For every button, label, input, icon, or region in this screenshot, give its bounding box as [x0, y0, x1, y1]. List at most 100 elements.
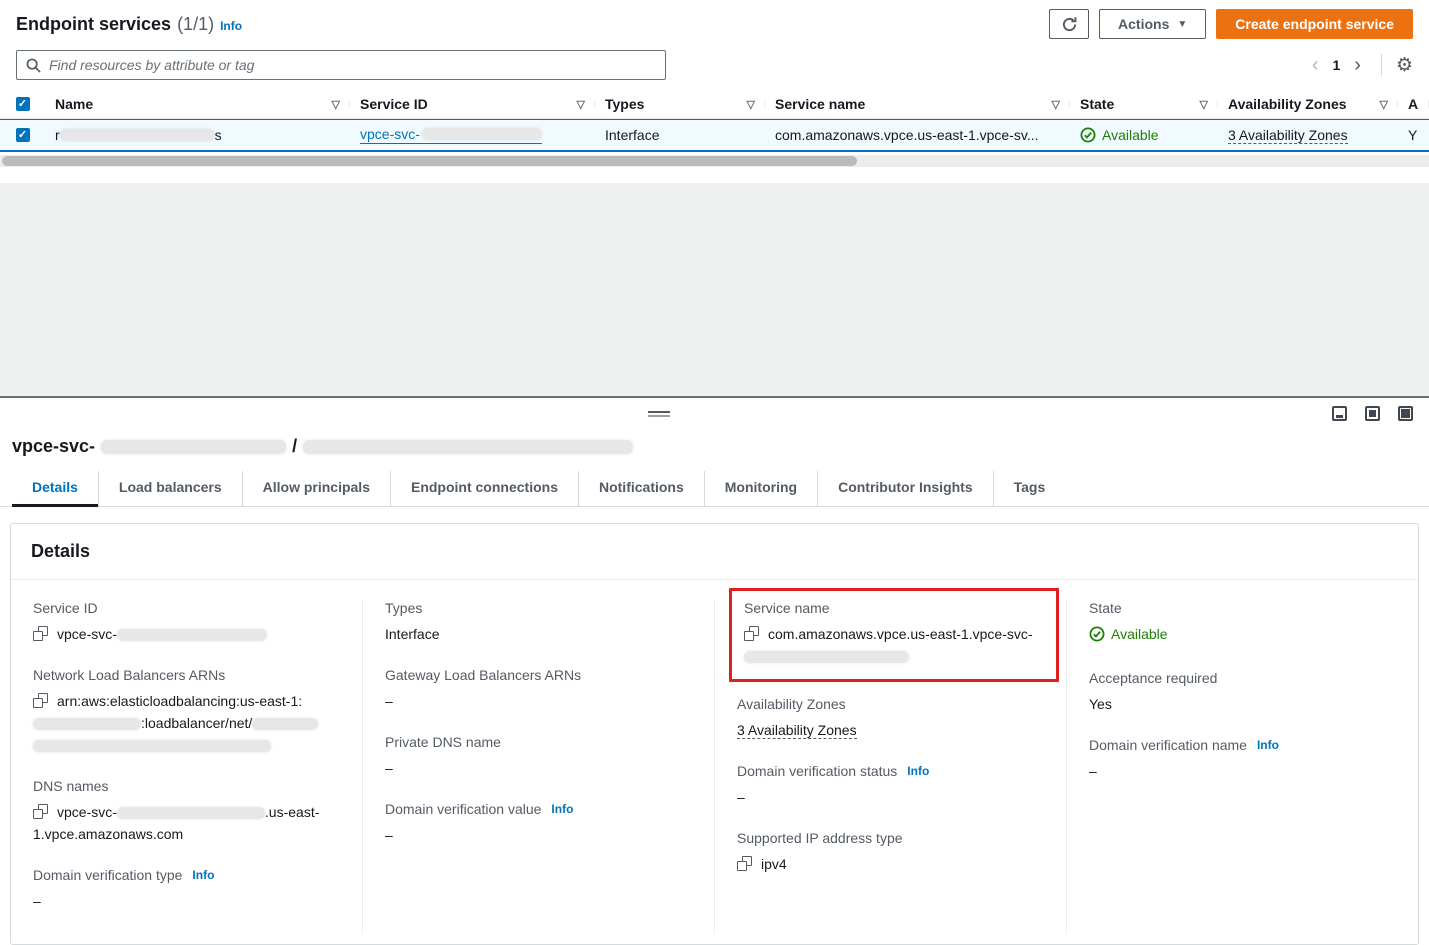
column-header-availability-zones[interactable]: Availability Zones ▽ [1218, 96, 1398, 112]
cell-state: Available [1070, 127, 1218, 143]
search-placeholder: Find resources by attribute or tag [49, 57, 254, 73]
column-label: Types [605, 96, 644, 112]
field-label: Private DNS name [385, 734, 692, 750]
field-glb-arns: Gateway Load Balancers ARNs – [385, 667, 692, 712]
field-availability-zones: Availability Zones 3 Availability Zones [737, 696, 1044, 741]
field-private-dns-name: Private DNS name – [385, 734, 692, 779]
next-page-button[interactable]: › [1348, 55, 1367, 75]
redacted-text [33, 718, 141, 730]
spacer [0, 167, 1429, 183]
field-domain-verification-name: Domain verification nameInfo – [1089, 737, 1396, 782]
field-domain-verification-status: Domain verification statusInfo – [737, 763, 1044, 808]
field-supported-ip-address-type: Supported IP address type ipv4 [737, 830, 1044, 875]
info-link[interactable]: Info [907, 764, 929, 778]
details-card: Details Service ID vpce-svc- Network Loa… [10, 523, 1419, 945]
details-column-3: Service name com.amazonaws.vpce.us-east-… [714, 600, 1066, 934]
service-id-link[interactable]: vpce-svc- [360, 126, 542, 144]
details-column-2: Types Interface Gateway Load Balancers A… [362, 600, 714, 934]
availability-zones-popover-link[interactable]: 3 Availability Zones [1228, 127, 1348, 144]
create-endpoint-service-button[interactable]: Create endpoint service [1216, 9, 1413, 39]
field-domain-verification-value: Domain verification valueInfo – [385, 801, 692, 846]
field-label: Service ID [33, 600, 340, 616]
field-value-text: – [1089, 760, 1396, 782]
filter-icon[interactable]: ▽ [577, 98, 585, 111]
search-input[interactable]: Find resources by attribute or tag [16, 50, 666, 80]
column-label: Service name [775, 96, 865, 112]
resource-count: (1/1) [177, 14, 214, 35]
column-header-service-id[interactable]: Service ID ▽ [350, 96, 595, 112]
service-name-text: com.amazonaws.vpce.us-east-1.vpce-sv... [775, 127, 1039, 143]
row-checkbox[interactable]: ✓ [16, 128, 30, 142]
redacted-text [101, 440, 286, 454]
redacted-text [303, 440, 633, 454]
field-label: Domain verification status [737, 763, 897, 779]
refresh-icon [1061, 16, 1078, 33]
panel-position-bottom-icon[interactable] [1332, 406, 1347, 421]
filter-icon[interactable]: ▽ [1380, 98, 1388, 111]
field-value-text: :loadbalancer/net/ [141, 715, 252, 731]
field-label: Types [385, 600, 692, 616]
column-header-partial[interactable]: A [1398, 96, 1429, 112]
tab-endpoint-connections[interactable]: Endpoint connections [390, 471, 578, 506]
service-id-text: vpce-svc- [360, 126, 420, 142]
panel-title-prefix: vpce-svc- [12, 436, 95, 457]
redacted-text [117, 629, 267, 641]
copy-icon[interactable] [33, 626, 48, 641]
field-value-text: – [385, 690, 692, 712]
cell-name: rs [45, 127, 350, 143]
tab-load-balancers[interactable]: Load balancers [98, 471, 242, 506]
field-value-text: Interface [385, 623, 692, 645]
column-header-state[interactable]: State ▽ [1070, 96, 1218, 112]
field-label: Acceptance required [1089, 670, 1396, 686]
name-text: s [215, 127, 222, 143]
field-label: Service name [744, 600, 1044, 616]
search-icon [26, 58, 41, 73]
filter-icon[interactable]: ▽ [747, 98, 755, 111]
copy-icon[interactable] [737, 856, 752, 871]
check-circle-icon [1089, 626, 1105, 642]
field-label: Supported IP address type [737, 830, 1044, 846]
state-text: Available [1102, 127, 1159, 143]
tab-tags[interactable]: Tags [993, 471, 1066, 506]
panel-position-side-icon[interactable] [1398, 406, 1413, 421]
refresh-button[interactable] [1049, 9, 1089, 39]
split-panel-drag-handle[interactable] [648, 411, 670, 417]
settings-gear-button[interactable]: ⚙ [1396, 54, 1413, 76]
filter-icon[interactable]: ▽ [332, 98, 340, 111]
copy-icon[interactable] [744, 626, 759, 641]
field-value-text: com.amazonaws.vpce.us-east-1.vpce-svc- [768, 626, 1033, 642]
panel-position-split-icon[interactable] [1365, 406, 1380, 421]
copy-icon[interactable] [33, 693, 48, 708]
previous-page-button[interactable]: ‹ [1306, 55, 1325, 75]
details-card-heading: Details [11, 524, 1418, 580]
info-link[interactable]: Info [551, 802, 573, 816]
horizontal-scrollbar[interactable] [0, 155, 1429, 167]
tab-contributor-insights[interactable]: Contributor Insights [817, 471, 993, 506]
tab-details[interactable]: Details [12, 471, 98, 506]
column-header-name[interactable]: Name ▽ [45, 96, 350, 112]
column-header-types[interactable]: Types ▽ [595, 96, 765, 112]
pagination: ‹ 1 › ⚙ [1306, 54, 1413, 76]
panel-layout-controls [1332, 406, 1413, 421]
filter-icon[interactable]: ▽ [1052, 98, 1060, 111]
actions-button[interactable]: Actions ▼ [1099, 9, 1206, 39]
actions-button-label: Actions [1118, 16, 1169, 32]
column-header-service-name[interactable]: Service name ▽ [765, 96, 1070, 112]
table-row[interactable]: ✓ rs vpce-svc- Interface com.amazonaws.v… [0, 119, 1429, 152]
info-link[interactable]: Info [220, 19, 242, 33]
info-link[interactable]: Info [1257, 738, 1279, 752]
redacted-text [744, 651, 909, 663]
select-all-checkbox[interactable]: ✓ [16, 97, 30, 111]
info-link[interactable]: Info [192, 868, 214, 882]
panel-title-separator: / [292, 436, 297, 457]
tab-allow-principals[interactable]: Allow principals [242, 471, 390, 506]
copy-icon[interactable] [33, 804, 48, 819]
page-number[interactable]: 1 [1328, 57, 1344, 73]
panel-title: vpce-svc- / [0, 398, 1429, 457]
scrollbar-thumb[interactable] [2, 156, 857, 166]
filter-icon[interactable]: ▽ [1200, 98, 1208, 111]
page-heading: Endpoint services (1/1) Info [16, 14, 242, 35]
availability-zones-popover-link[interactable]: 3 Availability Zones [737, 722, 857, 739]
tab-notifications[interactable]: Notifications [578, 471, 704, 506]
tab-monitoring[interactable]: Monitoring [704, 471, 817, 506]
